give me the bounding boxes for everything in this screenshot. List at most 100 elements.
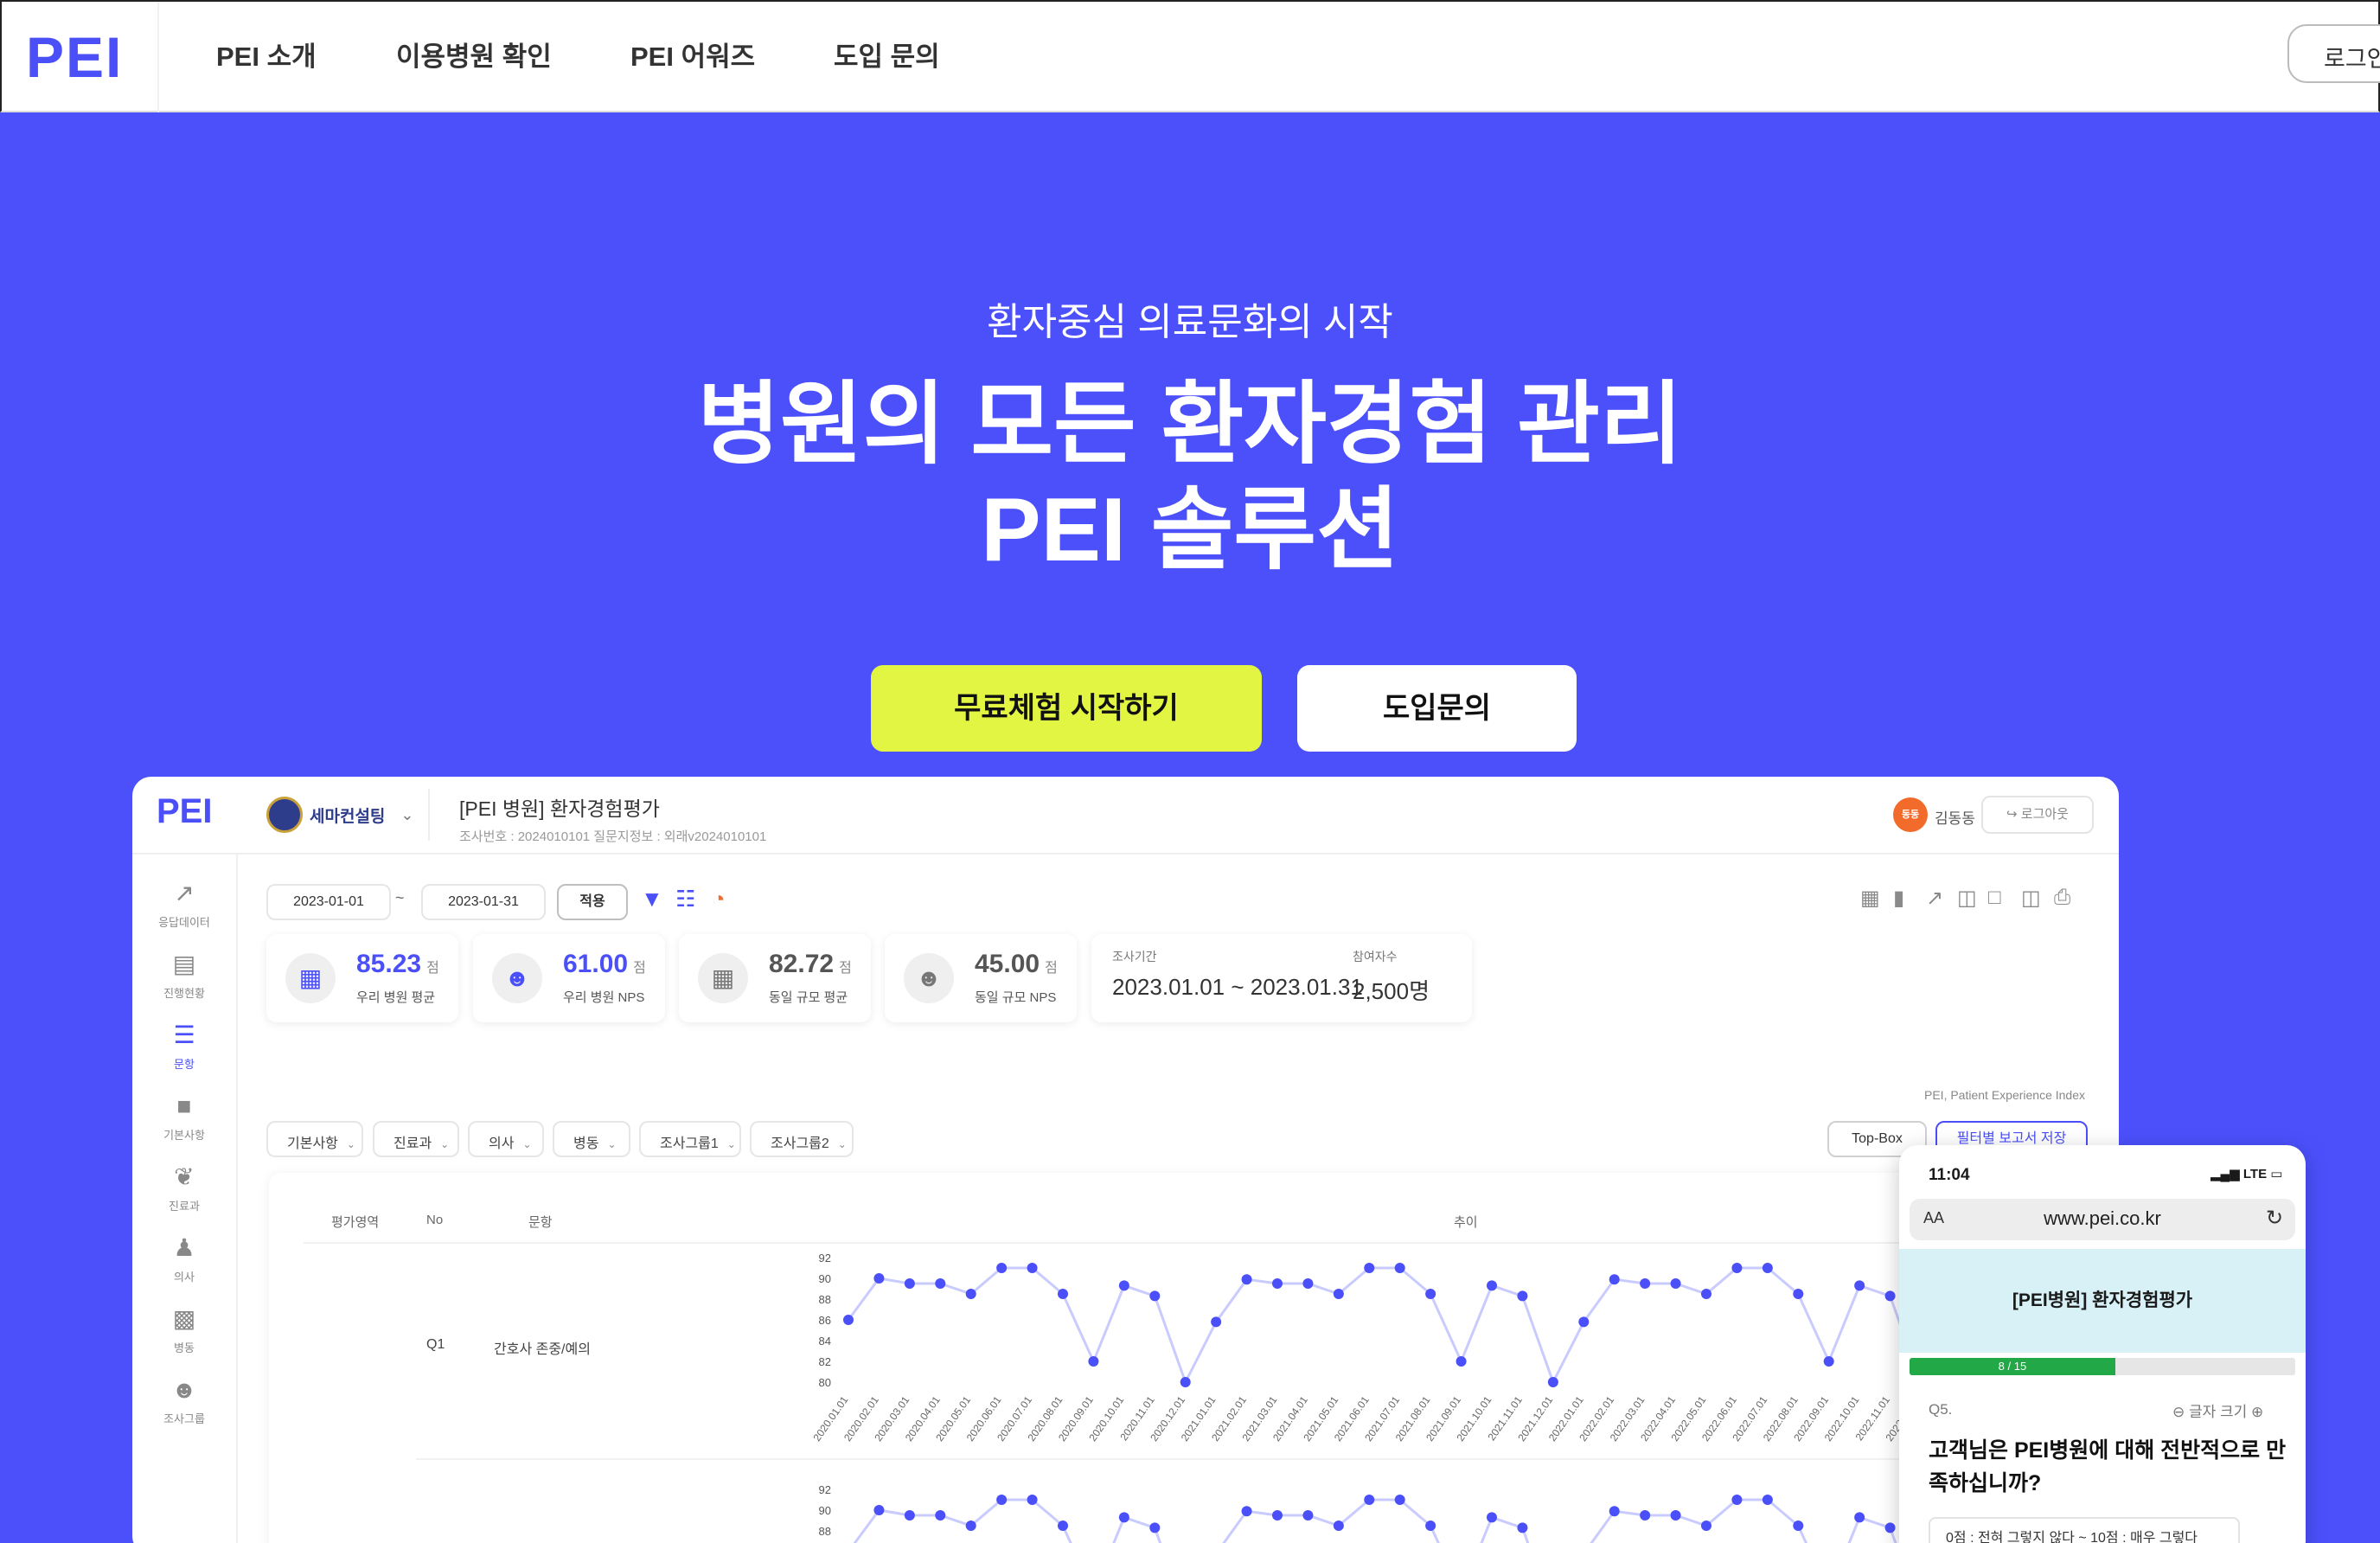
kpi-card-avg: ▦ 85.23 점 우리 병원 평균 (266, 934, 458, 1022)
data-point (935, 1278, 946, 1289)
filter-group2-dropdown[interactable]: 조사그룹2 ⌄ (750, 1121, 854, 1157)
filter-basics-dropdown[interactable]: 기본사항 ⌄ (266, 1121, 363, 1157)
data-point (1731, 1495, 1743, 1505)
kpi-value: 85.23 점 (356, 950, 439, 979)
mobile-survey-preview: 11:04 ▂▄▆ LTE ▭ AA www.pei.co.kr ↻ [PEI병… (1899, 1145, 2306, 1543)
date-to-input[interactable]: 2023-01-31 (421, 884, 546, 920)
reload-icon[interactable]: ↻ (2266, 1206, 2283, 1231)
filter-label: 의사 (489, 1136, 515, 1151)
sidebar-item-departments[interactable]: ❦ 진료과 (132, 1162, 236, 1213)
free-trial-button[interactable]: 무료체험 시작하기 (871, 665, 1262, 752)
data-point (996, 1495, 1008, 1505)
survey-title: [PEI 병원] 환자경험평가 (459, 797, 660, 820)
sidebar-item-responses[interactable]: ↗ 응답데이터 (132, 879, 236, 930)
scale-description: 0점 : 전혀 그렇지 않다 ~ 10점 : 매우 그렇다 (1929, 1517, 2240, 1543)
nav-link-intro[interactable]: PEI 소개 (216, 35, 317, 74)
plus-circle-icon[interactable]: ⊕ (2251, 1404, 2263, 1420)
logout-icon: ↪ (2006, 807, 2018, 822)
folder-icon[interactable]: □ (1988, 886, 2001, 910)
y-tick-label: 86 (819, 1314, 831, 1327)
data-point (904, 1278, 915, 1289)
table-view-icon[interactable]: ▦ (1860, 886, 1880, 911)
data-point (1670, 1510, 1681, 1521)
kpi-card-peer-nps: ☻ 45.00 점 동일 규모 NPS (885, 934, 1077, 1022)
data-point (965, 1521, 976, 1531)
site-logo[interactable]: PEI (26, 24, 123, 90)
data-point (1302, 1278, 1314, 1289)
data-point (1180, 1377, 1191, 1387)
inquiry-button[interactable]: 도입문의 (1297, 665, 1577, 752)
filter-label: 기본사항 (287, 1136, 338, 1151)
sidebar-item-basics[interactable]: ■ 기본사항 (132, 1092, 236, 1143)
data-point (843, 1315, 854, 1325)
date-separator: ~ (395, 889, 405, 906)
excel-icon[interactable]: ◫ (1957, 886, 1977, 911)
data-point (1241, 1506, 1252, 1517)
filter-ward-dropdown[interactable]: 병동 ⌄ (553, 1121, 630, 1157)
data-point (1364, 1263, 1375, 1273)
chevron-down-icon: ⌄ (522, 1138, 532, 1150)
data-point (1088, 1356, 1099, 1367)
logo-divider (157, 2, 159, 112)
data-point (1640, 1278, 1651, 1289)
pdf-icon[interactable]: ◫ (2021, 886, 2041, 911)
bar-chart-icon[interactable]: ▮ (1893, 886, 1904, 911)
apply-button[interactable]: 적용 (557, 884, 628, 920)
survey-progress-bar: 8 / 15 (1910, 1358, 2295, 1375)
user-name: 김동동 (1935, 810, 1975, 827)
header-divider (304, 1242, 2068, 1244)
date-from-input[interactable]: 2023-01-01 (266, 884, 391, 920)
y-tick-label: 80 (819, 1376, 831, 1389)
sidebar-item-questions[interactable]: ☰ 문항 (132, 1021, 236, 1072)
sidebar-item-doctors[interactable]: ♟ 의사 (132, 1233, 236, 1284)
pei-index-caption: PEI, Patient Experience Index (1924, 1088, 2085, 1102)
battery-icon: ▭ (2270, 1167, 2283, 1181)
login-button[interactable]: 로그인 (2287, 24, 2380, 83)
sidebar-item-groups[interactable]: ☻ 조사그룹 (132, 1375, 236, 1426)
org-emblem-icon (266, 797, 303, 833)
data-point (1640, 1510, 1651, 1521)
data-point (1487, 1512, 1497, 1523)
data-point (1701, 1521, 1711, 1531)
header-no: No (426, 1213, 444, 1227)
folder-icon: ■ (176, 1092, 192, 1119)
nav-link-awards[interactable]: PEI 어워즈 (630, 35, 755, 74)
org-selector[interactable]: 세마컨설팅 ⌄ (266, 796, 414, 834)
print-icon[interactable]: ⎙ (2054, 886, 2070, 910)
kpi-number: 85.23 (356, 950, 422, 978)
pie-chart-icon[interactable]: ◔ (712, 886, 726, 912)
address-bar[interactable]: AA www.pei.co.kr ↻ (1910, 1199, 2295, 1240)
checklist-icon: ☰ (173, 1021, 195, 1048)
kpi-value: 45.00 점 (975, 950, 1058, 979)
line-chart-icon[interactable]: ↗ (1926, 886, 1943, 911)
font-size-control[interactable]: ⊖ 글자 크기 ⊕ (2172, 1399, 2263, 1421)
data-point (1487, 1280, 1497, 1291)
data-point (1027, 1263, 1038, 1273)
lungs-icon: ❦ (174, 1163, 195, 1190)
data-point (1578, 1316, 1590, 1328)
data-point (1333, 1289, 1344, 1299)
data-point (1854, 1512, 1865, 1523)
data-point (1333, 1521, 1344, 1531)
sidebar-item-progress[interactable]: ▤ 진행현황 (132, 950, 236, 1001)
data-point (996, 1263, 1008, 1273)
survey-meta: 조사번호 : 2024010101 질문지정보 : 외래v2024010101 (459, 829, 767, 844)
data-point (1456, 1356, 1467, 1367)
filter-department-dropdown[interactable]: 진료과 ⌄ (373, 1121, 459, 1157)
chevron-down-icon: ⌄ (607, 1138, 617, 1150)
header-bottom-divider (132, 853, 2119, 855)
nav-link-hospitals[interactable]: 이용병원 확인 (396, 35, 552, 74)
filter-group1-dropdown[interactable]: 조사그룹1 ⌄ (639, 1121, 741, 1157)
sidebar-item-wards[interactable]: ▩ 병동 (132, 1304, 236, 1355)
data-point (1884, 1290, 1896, 1302)
data-point (1609, 1506, 1620, 1517)
data-point (1027, 1495, 1038, 1505)
filter-icon[interactable]: ▼ (641, 886, 663, 912)
filter-doctor-dropdown[interactable]: 의사 ⌄ (468, 1121, 544, 1157)
participants-value: 2,500명 (1353, 978, 1430, 1004)
nav-link-inquiry[interactable]: 도입 문의 (834, 35, 940, 74)
y-tick-label: 84 (819, 1335, 831, 1348)
logout-button[interactable]: ↪ 로그아웃 (1981, 796, 2094, 834)
hierarchy-icon[interactable]: ☷ (675, 886, 695, 912)
minus-circle-icon[interactable]: ⊖ (2172, 1404, 2185, 1420)
